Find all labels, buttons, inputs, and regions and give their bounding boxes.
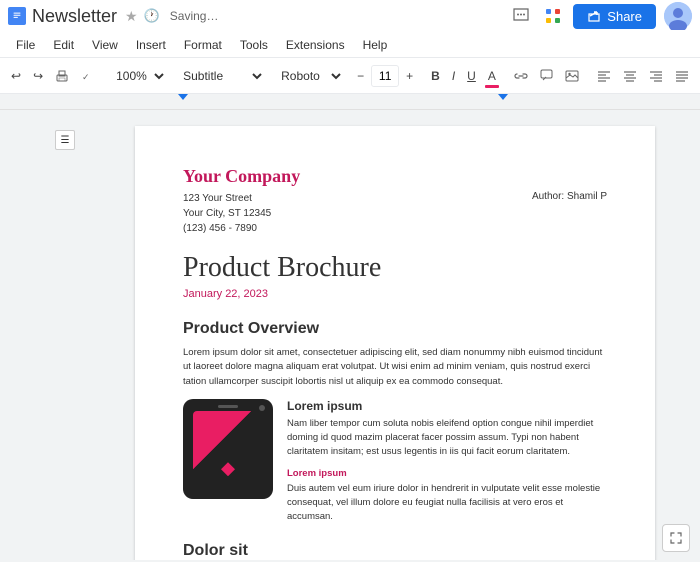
dolor-heading: Dolor sit [183,542,607,560]
link-button[interactable] [509,62,533,90]
lorem-pink-heading: Lorem ipsum [287,468,607,479]
font-size-increase-button[interactable]: + [401,62,418,90]
document-title[interactable]: Newsletter [32,6,117,27]
undo-button[interactable]: ↩ [6,62,26,90]
svg-text:✓: ✓ [82,72,90,82]
align-right-button[interactable] [644,62,668,90]
chat-icon[interactable] [509,4,533,28]
page-right-margin [660,110,700,560]
comment-button[interactable] [535,62,558,90]
document-page: Your Company 123 Your StreetYour City, S… [135,126,655,560]
title-bar: Newsletter ★ 🕐 Saving… Share [0,0,700,32]
avatar[interactable] [664,2,692,30]
spellcheck-button[interactable]: ✓ [76,62,100,90]
print-button[interactable] [50,62,74,90]
ruler-right-margin [498,94,508,100]
menu-item-file[interactable]: File [8,36,43,54]
font-family-select[interactable]: RobotoArialGeorgia [273,63,344,89]
google-apps-icon[interactable] [541,4,565,28]
page-view-toggle[interactable]: ☰ [55,130,75,150]
product-date: January 22, 2023 [183,288,607,300]
saving-status: Saving… [170,9,219,23]
image-button[interactable] [560,62,584,90]
company-name: Your Company [183,166,607,187]
font-size-input[interactable] [371,65,399,87]
expand-button[interactable] [662,524,690,552]
lorem-text-2: Duis autem vel eum iriure dolor in hendr… [287,482,607,525]
history-icon[interactable]: 🕐 [144,8,160,24]
zoom-select[interactable]: 100%75%125% [108,63,167,89]
menu-bar: const pd = JSON.parse(document.getElemen… [0,32,700,58]
phone-speaker [218,405,238,408]
content-area: ☰ Your Company 123 Your StreetYour City,… [0,110,700,560]
phone-circle [259,405,265,411]
italic-button[interactable]: I [447,62,460,90]
paragraph-style-select[interactable]: SubtitleNormal textHeading 1 [175,63,265,89]
menu-item-help[interactable]: Help [355,36,396,54]
menu-item-edit[interactable]: Edit [45,36,82,54]
redo-button[interactable]: ↪ [28,62,48,90]
overview-text: Lorem ipsum dolor sit amet, consectetuer… [183,346,607,389]
share-button[interactable]: Share [573,4,656,29]
align-center-button[interactable] [618,62,642,90]
toolbar: ↩ ↪ ✓ 100%75%125% SubtitleNormal textHea… [0,58,700,94]
justify-button[interactable] [670,62,694,90]
align-left-button[interactable] [592,62,616,90]
phone-screen [193,411,263,486]
image-text-row: Lorem ipsum Nam liber tempor cum soluta … [183,399,607,525]
lorem-text: Nam liber tempor cum soluta nobis eleife… [287,417,607,460]
underline-button[interactable]: U [462,62,481,90]
address-block: 123 Your StreetYour City, ST 12345(123) … [183,191,271,236]
address-author-row: 123 Your StreetYour City, ST 12345(123) … [183,191,607,236]
menu-item-extensions[interactable]: Extensions [278,36,353,54]
phone-image [183,399,273,499]
menu-item-insert[interactable]: Insert [128,36,174,54]
overview-heading: Product Overview [183,320,607,338]
ruler-left-margin [178,94,188,100]
menu-item-format[interactable]: Format [176,36,230,54]
star-icon[interactable]: ★ [125,8,138,25]
font-size-decrease-button[interactable]: − [352,62,369,90]
lorem-heading: Lorem ipsum [287,399,607,413]
text-color-button[interactable]: A [483,62,501,90]
menu-item-view[interactable]: View [84,36,126,54]
phone-diamond [221,462,235,476]
bold-button[interactable]: B [426,62,445,90]
docs-app-icon [8,7,26,25]
product-title: Product Brochure [183,252,607,284]
page-left-margin: ☰ [0,110,130,560]
share-label: Share [607,9,642,24]
ruler [0,94,700,110]
lorem-text-block: Lorem ipsum Nam liber tempor cum soluta … [287,399,607,525]
page-wrapper: Your Company 123 Your StreetYour City, S… [130,110,660,560]
menu-item-tools[interactable]: Tools [232,36,276,54]
title-right-actions: Share [509,2,692,30]
author-line: Author: Shamil P [532,191,607,236]
